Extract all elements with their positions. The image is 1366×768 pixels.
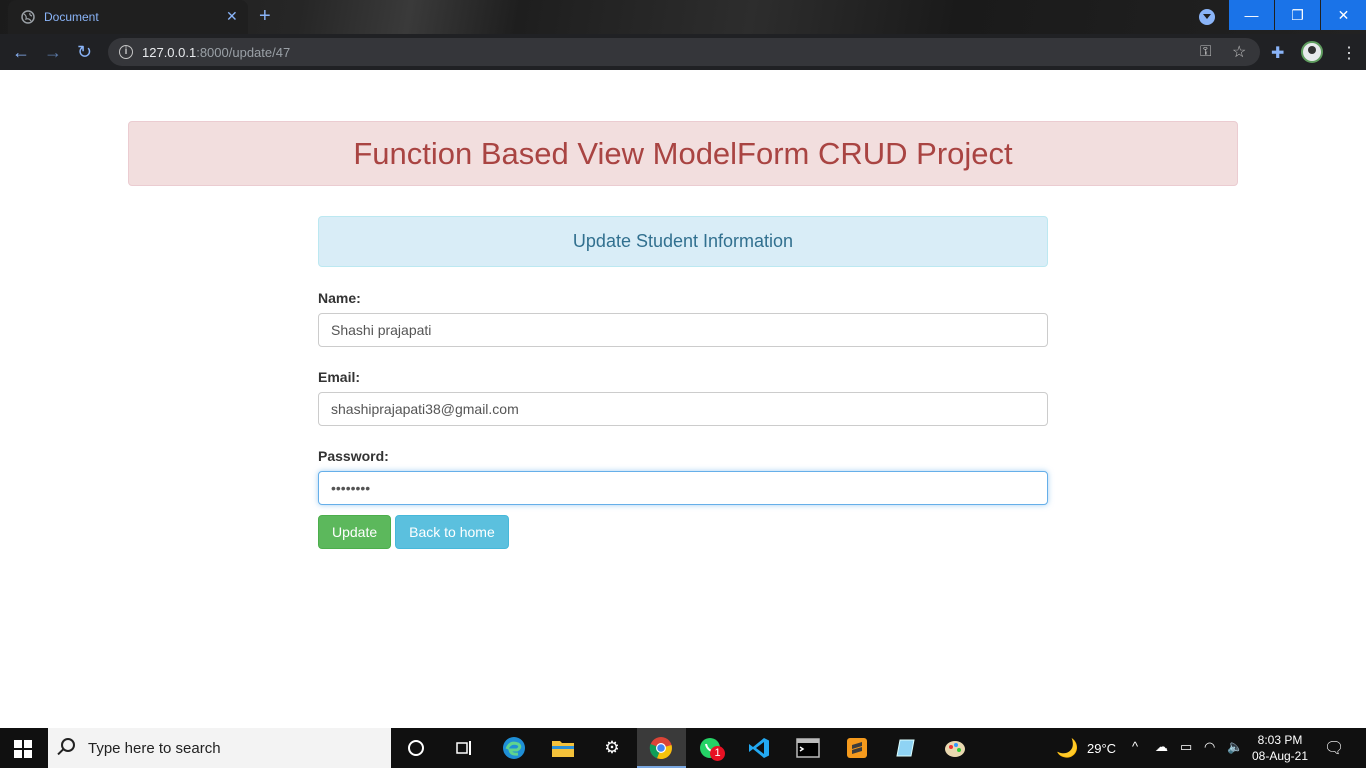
weather-moon-icon[interactable]: 🌙 [1056,738,1078,759]
browser-toolbar: ← → ↻ i 127.0.0.1:8000/update/47 ⚿ ☆ [0,34,1366,70]
back-to-home-button[interactable]: Back to home [395,515,509,549]
key-icon[interactable]: ⚿ [1200,43,1211,60]
url-host: 127.0.0.1 [142,45,197,60]
volume-icon[interactable]: 🔈 [1227,739,1243,755]
clock-time: 8:03 PM [1257,733,1303,747]
chrome-icon[interactable] [649,736,673,760]
close-tab-icon[interactable]: ✕ [226,9,238,23]
extensions-icon[interactable]: ✚ [1271,43,1284,63]
forward-icon[interactable]: → [44,43,62,61]
password-field[interactable] [318,471,1048,505]
tab-search-icon[interactable] [1199,9,1215,25]
email-label: Email: [318,369,361,385]
vscode-icon[interactable] [747,736,771,760]
sublime-text-icon[interactable] [845,736,869,760]
onedrive-icon[interactable]: ☁ [1155,739,1168,755]
reload-icon[interactable]: ↻ [77,43,92,61]
form-title: Update Student Information [318,216,1048,267]
restore-button[interactable]: ❐ [1275,0,1320,30]
task-view-icon[interactable] [452,736,476,760]
button-row: Update Back to home [318,515,1048,549]
globe-icon [21,10,35,24]
search-placeholder: Type here to search [88,740,221,757]
password-label: Password: [318,448,389,464]
close-window-button[interactable]: ✕ [1321,0,1366,30]
weather-temperature[interactable]: 29°C [1087,741,1116,756]
profile-avatar[interactable] [1301,41,1323,63]
url-text[interactable]: 127.0.0.1:8000/update/47 [142,45,290,60]
email-field[interactable] [318,392,1048,426]
clock-date: 08-Aug-21 [1251,749,1309,763]
battery-icon[interactable]: ▭ [1180,739,1192,755]
chevron-up-icon[interactable]: ^ [1132,739,1138,754]
paint-icon[interactable] [943,736,967,760]
menu-icon[interactable]: ⋮ [1341,43,1357,63]
minimize-button[interactable]: — [1229,0,1274,30]
tab-title: Document [44,10,99,24]
terminal-icon[interactable] [796,736,820,760]
notifications-icon[interactable]: 🗨 [1324,738,1344,758]
update-button[interactable]: Update [318,515,392,549]
whatsapp-badge: 1 [710,746,725,761]
system-clock[interactable]: 8:03 PM 08-Aug-21 [1250,732,1310,764]
cortana-icon[interactable] [404,736,428,760]
taskbar-search[interactable]: Type here to search [48,728,391,768]
bookmark-star-icon[interactable]: ☆ [1232,42,1246,62]
site-info-icon[interactable]: i [119,45,133,59]
wifi-icon[interactable]: ◠ [1204,739,1215,755]
back-icon[interactable]: ← [12,43,30,61]
browser-titlebar: Document ✕ + — ❐ ✕ [0,0,1366,34]
search-icon [61,738,75,752]
page-banner: Function Based View ModelForm CRUD Proje… [128,121,1238,186]
url-path: :8000/update/47 [196,45,291,60]
name-label: Name: [318,290,361,306]
file-explorer-icon[interactable] [551,736,575,760]
browser-tab[interactable]: Document ✕ [8,0,248,34]
notepad-icon[interactable] [894,736,918,760]
settings-gear-icon[interactable]: ⚙ [600,736,624,760]
update-form: Update Student Information Name: Email: … [318,216,1048,549]
address-bar[interactable]: i 127.0.0.1:8000/update/47 ⚿ ☆ [108,38,1260,66]
windows-start-icon[interactable] [14,740,32,758]
name-field[interactable] [318,313,1048,347]
new-tab-icon[interactable]: + [259,6,271,26]
edge-icon[interactable] [502,736,526,760]
